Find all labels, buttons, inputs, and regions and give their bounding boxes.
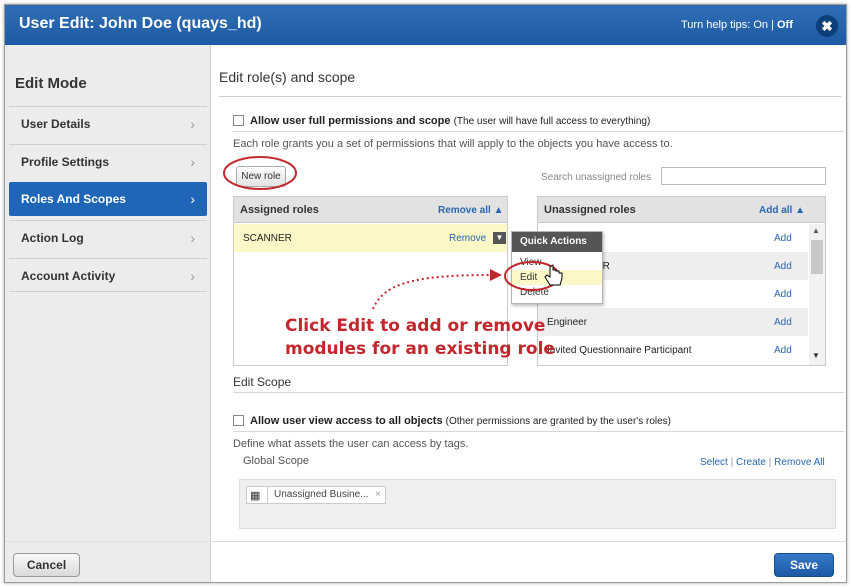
add-role-link[interactable]: Add — [774, 345, 792, 356]
unassigned-roles-title: Unassigned roles — [544, 204, 636, 216]
full-permissions-checkbox[interactable] — [233, 115, 244, 126]
table-row[interactable]: Invited Questionnaire Participant Add — [538, 336, 808, 364]
chevron-right-icon: › — [190, 116, 195, 132]
sidebar-item-label: Profile Settings — [21, 155, 110, 169]
footer-divider — [5, 541, 846, 542]
help-tips-label: Turn help tips: On | — [681, 19, 777, 31]
menu-item-delete[interactable]: Delete — [512, 285, 602, 300]
view-all-objects-label: Allow user view access to all objects (O… — [250, 415, 671, 427]
help-tips-off[interactable]: Off — [777, 19, 793, 31]
save-button[interactable]: Save — [774, 553, 834, 577]
sidebar-item-roles-and-scopes[interactable]: Roles And Scopes › — [9, 182, 207, 216]
remove-all-scope-link[interactable]: Remove All — [774, 457, 825, 468]
help-tips-toggle: Turn help tips: On | Off — [681, 19, 793, 31]
dialog-title: User Edit: John Doe (quays_hd) — [19, 15, 262, 32]
callout-line-1: Click Edit to add or remove — [285, 316, 546, 336]
add-all-roles-link[interactable]: Add all ▲ — [759, 205, 805, 216]
section-heading-scope: Edit Scope — [233, 375, 292, 389]
close-icon[interactable]: ✖ — [816, 15, 838, 37]
table-row[interactable]: Engineer Add — [538, 308, 808, 336]
quick-actions-header: Quick Actions — [512, 232, 602, 252]
sidebar-item-user-details[interactable]: User Details › — [9, 106, 207, 140]
chevron-right-icon: › — [190, 230, 195, 246]
divider — [233, 431, 844, 432]
divider — [219, 96, 841, 97]
remove-all-roles-link[interactable]: Remove all ▲ — [438, 205, 504, 216]
global-scope-label: Global Scope — [243, 455, 310, 467]
user-edit-dialog: User Edit: John Doe (quays_hd) Turn help… — [4, 4, 847, 583]
sidebar: Edit Mode User Details › Profile Setting… — [5, 45, 211, 582]
sidebar-item-action-log[interactable]: Action Log › — [9, 220, 207, 254]
remove-role-link[interactable]: Remove — [449, 233, 486, 244]
scroll-down-icon[interactable]: ▼ — [812, 351, 820, 360]
section-heading-roles: Edit role(s) and scope — [219, 69, 356, 85]
view-all-objects-text: Allow user view access to all objects — [250, 415, 443, 427]
sidebar-item-label: Action Log — [21, 231, 84, 245]
menu-item-edit[interactable]: Edit — [512, 270, 602, 285]
table-row[interactable]: SCANNER Remove ▼ — [234, 224, 507, 252]
new-role-button[interactable]: New role — [236, 166, 286, 187]
create-scope-link[interactable]: Create — [736, 457, 766, 468]
scrollbar[interactable]: ▲ ▼ — [809, 224, 825, 365]
add-role-link[interactable]: Add — [774, 289, 792, 300]
scrollbar-thumb[interactable] — [811, 240, 823, 274]
scope-info-text: Define what assets the user can access b… — [233, 438, 469, 450]
sidebar-item-label: User Details — [21, 117, 91, 131]
sidebar-heading: Edit Mode — [15, 75, 87, 92]
add-all-label: Add all — [759, 205, 793, 216]
add-role-link[interactable]: Add — [774, 261, 792, 272]
scope-tag[interactable]: ▦ Unassigned Busine... × — [246, 486, 386, 504]
cancel-button[interactable]: Cancel — [13, 553, 80, 577]
sort-up-icon: ▲ — [493, 205, 504, 216]
view-all-objects-checkbox[interactable] — [233, 415, 244, 426]
grid-icon: ▦ — [250, 490, 261, 502]
sidebar-item-account-activity[interactable]: Account Activity › — [9, 258, 207, 292]
separator: | — [730, 457, 734, 468]
view-all-objects-note: (Other permissions are granted by the us… — [445, 416, 671, 427]
scope-actions: Select | Create | Remove All — [700, 457, 825, 468]
divider — [233, 392, 844, 393]
title-bar: User Edit: John Doe (quays_hd) Turn help… — [5, 5, 846, 45]
main-content: Edit role(s) and scope Allow user full p… — [219, 45, 844, 535]
sort-up-icon: ▲ — [795, 205, 806, 216]
chevron-down-icon[interactable]: ▼ — [493, 232, 506, 244]
scroll-up-icon[interactable]: ▲ — [812, 226, 820, 235]
sidebar-item-label: Roles And Scopes — [21, 192, 126, 206]
scope-tag-label: Unassigned Busine... — [274, 489, 369, 500]
roles-info-text: Each role grants you a set of permission… — [233, 138, 673, 150]
callout-text: Click Edit to add or remove modules for … — [285, 315, 555, 361]
chevron-right-icon: › — [190, 154, 195, 170]
select-scope-link[interactable]: Select — [700, 457, 728, 468]
callout-line-2: modules for an existing role — [285, 339, 555, 359]
sidebar-item-profile-settings[interactable]: Profile Settings › — [9, 144, 207, 178]
assigned-roles-header: Assigned roles Remove all ▲ — [234, 197, 507, 223]
quick-actions-menu: Quick Actions View Edit Delete — [511, 231, 603, 304]
full-permissions-note: (The user will have full access to every… — [453, 116, 651, 127]
sidebar-item-label: Account Activity — [21, 269, 116, 283]
add-role-link[interactable]: Add — [774, 317, 792, 328]
remove-tag-icon[interactable]: × — [375, 487, 381, 503]
tag-divider — [267, 487, 268, 503]
menu-item-view[interactable]: View — [512, 255, 602, 270]
separator: | — [768, 457, 772, 468]
assigned-role-name: SCANNER — [243, 233, 292, 244]
chevron-right-icon: › — [190, 191, 195, 207]
scope-tag-area[interactable]: ▦ Unassigned Busine... × — [239, 479, 836, 529]
full-permissions-text: Allow user full permissions and scope — [250, 115, 451, 127]
unassigned-roles-header: Unassigned roles Add all ▲ — [538, 197, 825, 223]
full-permissions-label: Allow user full permissions and scope (T… — [250, 115, 650, 127]
remove-all-label: Remove all — [438, 205, 491, 216]
divider — [233, 131, 844, 132]
add-role-link[interactable]: Add — [774, 233, 792, 244]
chevron-right-icon: › — [190, 268, 195, 284]
assigned-roles-title: Assigned roles — [240, 204, 319, 216]
search-unassigned-input[interactable] — [661, 167, 826, 185]
search-unassigned-label: Search unassigned roles — [541, 172, 652, 183]
unassigned-role-name: Invited Questionnaire Participant — [547, 345, 692, 356]
